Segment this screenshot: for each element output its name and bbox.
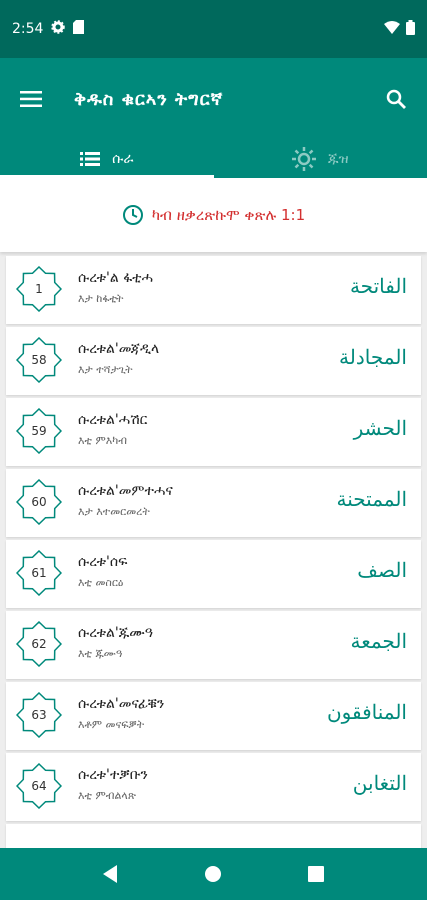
toolbar: ቅዱስ ቁርኣን ትግርኛ [0, 58, 427, 140]
surah-number: 63 [31, 708, 47, 722]
surah-names: ሱረቱ'ሰፍ እቲ መስርዕ [78, 554, 127, 590]
surah-names: ሱረቱ'ል ፋቲሓ እታ ከፋቲት [78, 270, 153, 306]
surah-name: ሱረቱ'ል ፋቲሓ [78, 270, 154, 286]
surah-name: ሱረቱል'ሓሽር [78, 412, 148, 428]
surah-number: 58 [31, 353, 47, 367]
recents-icon [307, 866, 324, 882]
surah-meaning: እቶም መናፍቓት [78, 718, 145, 731]
surah-number-badge: 64 [16, 763, 62, 809]
surah-row[interactable]: 63 ሱረቱል'መናፊቑን እቶም መናፍቓት المنافقون [6, 682, 421, 750]
status-bar: 2:54 [0, 0, 427, 58]
surah-arabic-name: الفاتحة [349, 274, 407, 298]
battery-icon [406, 19, 415, 39]
surah-number: 60 [31, 495, 47, 509]
surah-number-badge: 61 [16, 550, 62, 596]
menu-icon [20, 91, 42, 107]
gear-icon [51, 20, 66, 38]
surah-number: 59 [31, 424, 47, 438]
surah-number: 1 [35, 282, 43, 296]
surah-name: ሱረቱል'መጃዲላ [78, 341, 160, 357]
tab-surah[interactable]: ሱራ [0, 140, 214, 178]
system-nav-bar [0, 848, 427, 900]
surah-arabic-name: المنافقون [326, 700, 407, 724]
surah-list: 1 ሱረቱ'ል ፋቲሓ እታ ከፋቲት الفاتحة 58 ሱረቱል'መጃዲላ እታ ተሻ… [0, 256, 427, 848]
surah-row[interactable]: 64 ሱረቱ'ተቓቡን እቲ ምብልላጽ التغابن [6, 753, 421, 821]
surah-number: 62 [31, 637, 47, 651]
tab-juz-label: ጁዝ [327, 151, 349, 167]
continue-reading-text: ካብ ዘቃረጽኩሞ ቀጽሉ 1:1 [151, 206, 306, 224]
back-icon [103, 865, 118, 883]
surah-arabic-name: الصف [357, 558, 407, 582]
surah-names: ሱረቱል'መጃዲላ እታ ተሻታጊት [78, 341, 159, 377]
surah-name: ሱረቱል'ጁሙዓ [78, 625, 153, 641]
surah-row[interactable]: 1 ሱረቱ'ል ፋቲሓ እታ ከፋቲት الفاتحة [6, 256, 421, 324]
surah-meaning: እታ እተመርመረት [78, 505, 150, 518]
surah-number: 61 [31, 566, 47, 580]
surah-meaning: እቲ መስርዕ [78, 576, 124, 589]
surah-meaning: እቲ ምብልላጽ [78, 789, 136, 802]
surah-arabic-name: الحشر [353, 416, 407, 440]
nav-home-button[interactable] [198, 859, 228, 889]
surah-meaning: እታ ከፋቲት [78, 292, 124, 305]
surah-number: 64 [31, 779, 47, 793]
surah-name: ሱረቱል'መናፊቑን [78, 696, 165, 712]
app-title: ቅዱስ ቁርኣን ትግርኛ [74, 88, 224, 110]
surah-arabic-name: المجادلة [339, 345, 407, 369]
surah-arabic-name: التغابن [352, 771, 407, 795]
surah-names: ሱረቱል'ጁሙዓ እቲ ጁሙዓ [78, 625, 153, 661]
home-icon [205, 866, 222, 882]
surah-names: ሱረቱል'መናፊቑን እቶም መናፍቓት [78, 696, 164, 732]
app-bar: ቅዱስ ቁርኣን ትግርኛ ሱራ ጁዝ [0, 58, 427, 178]
list-icon [80, 152, 101, 166]
surah-name: ሱረቱ'ተቓቡን [78, 767, 148, 783]
surah-row[interactable]: 62 ሱረቱል'ጁሙዓ እቲ ጁሙዓ الجمعة [6, 611, 421, 679]
surah-row[interactable]: 58 ሱረቱል'መጃዲላ እታ ተሻታጊት المجادلة [6, 327, 421, 395]
surah-meaning: እቲ ጁሙዓ [78, 647, 123, 660]
surah-name: ሱረቱ'ሰፍ [78, 554, 128, 570]
status-time: 2:54 [12, 21, 44, 37]
surah-arabic-name: الممتحنة [336, 487, 407, 511]
surah-number-badge: 63 [16, 692, 62, 738]
surah-arabic-name: الجمعة [350, 629, 408, 653]
search-icon [386, 89, 406, 109]
surah-number-badge: 58 [16, 337, 62, 383]
surah-meaning: እቲ ምእካብ [78, 434, 127, 447]
surah-row[interactable]: 60 ሱረቱል'መምተሓና እታ እተመርመረት الممتحنة [6, 469, 421, 537]
surah-row[interactable]: 61 ሱረቱ'ሰፍ እቲ መስርዕ الصف [6, 540, 421, 608]
surah-number-badge: 59 [16, 408, 62, 454]
nav-back-button[interactable] [96, 859, 126, 889]
menu-button[interactable] [16, 84, 46, 114]
surah-number-badge: 1 [16, 266, 62, 312]
surah-meaning: እታ ተሻታጊት [78, 363, 133, 376]
status-left: 2:54 [12, 20, 85, 38]
surah-number-badge: 60 [16, 479, 62, 525]
surah-names: ሱረቱል'ሓሽር እቲ ምእካብ [78, 412, 147, 448]
clock-icon [122, 205, 143, 225]
surah-row[interactable]: 59 ሱረቱል'ሓሽር እቲ ምእካብ الحشر [6, 398, 421, 466]
nav-recents-button[interactable] [301, 859, 331, 889]
wifi-icon [384, 20, 400, 38]
tab-juz[interactable]: ጁዝ [214, 140, 427, 178]
sd-card-icon [73, 20, 85, 38]
surah-names: ሱረቱል'መምተሓና እታ እተመርመረት [78, 483, 173, 519]
search-button[interactable] [381, 84, 411, 114]
status-right [384, 19, 415, 39]
surah-name: ሱረቱል'መምተሓና [78, 483, 173, 499]
tab-bar: ሱራ ጁዝ [0, 140, 427, 178]
tab-surah-label: ሱራ [112, 151, 134, 167]
continue-reading-banner[interactable]: ካብ ዘቃረጽኩሞ ቀጽሉ 1:1 [0, 178, 427, 252]
surah-number-badge: 62 [16, 621, 62, 667]
surah-names: ሱረቱ'ተቓቡን እቲ ምብልላጽ [78, 767, 148, 803]
surah-row-partial[interactable] [6, 824, 421, 848]
sun-icon [291, 147, 316, 171]
